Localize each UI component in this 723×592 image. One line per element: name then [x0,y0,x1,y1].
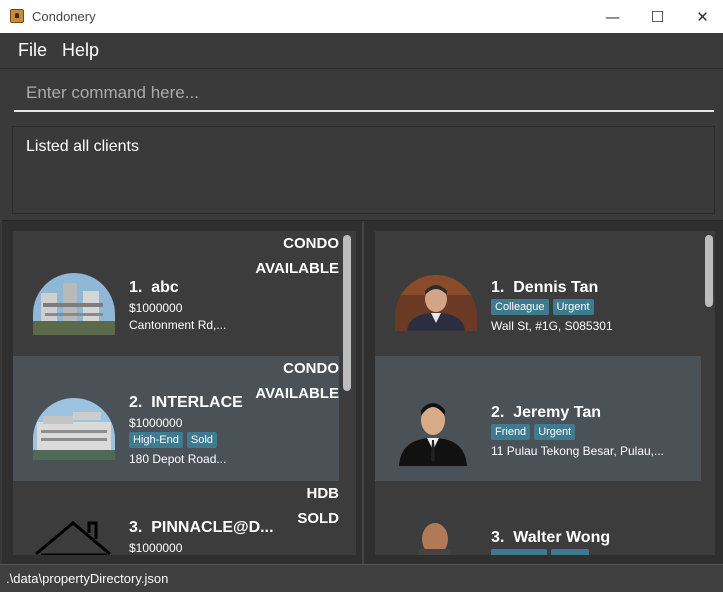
client-tags: Colleague Urgent [491,299,594,315]
command-input[interactable] [14,76,714,110]
result-text: Listed all clients [26,138,139,155]
client-tags: Friend Urgent [491,424,576,440]
property-price: $1000000 [129,541,183,555]
tag-badge: Urgent [534,424,576,440]
tag-badge [491,549,547,555]
client-address: Wall St, #1G, S085301 [491,319,613,333]
panel-divider[interactable] [362,221,364,565]
property-status: SOLD [297,510,339,527]
property-list-scrollbar[interactable] [343,235,351,391]
command-box [14,76,714,112]
property-price: $1000000 [129,416,183,430]
property-card[interactable]: 3. PINNACLE@D... $1000000 HDB SOLD [13,481,339,555]
menu-file[interactable]: File [18,40,47,61]
tag-badge: Sold [186,432,217,448]
property-name: 1. abc [129,279,179,296]
client-card[interactable]: 1. Dennis Tan Colleague Urgent Wall St, … [375,231,701,356]
close-button[interactable]: ✕ [680,4,723,30]
menu-bar: File Help [0,33,723,69]
tag-badge: Urgent [552,299,594,315]
property-list[interactable]: 1. abc $1000000 Cantonment Rd,... CONDO … [13,231,356,555]
menu-help[interactable]: Help [62,40,99,61]
property-name: 3. PINNACLE@D... [129,519,274,536]
property-photo-image [33,398,115,460]
window-title: Condonery [32,9,96,24]
client-avatar-image [395,275,477,331]
property-address: 180 Depot Road... [129,452,227,466]
client-name: 1. Dennis Tan [491,279,599,296]
client-name: 2. Jeremy Tan [491,404,601,421]
client-card[interactable]: 3. Walter Wong [375,481,701,555]
property-address: Cantonment Rd,... [129,318,227,332]
client-name: 3. Walter Wong [491,529,611,546]
house-icon [35,521,111,555]
tag-badge: Colleague [491,299,549,315]
title-bar: Condonery — ☐ ✕ [0,0,723,33]
file-path-label: .\data\propertyDirectory.json [6,571,169,586]
app-icon [10,9,24,23]
client-avatar-image [419,523,451,555]
tag-badge: Friend [491,424,531,440]
property-type: CONDO [283,235,339,252]
client-list-scrollbar[interactable] [705,235,713,307]
client-address: 11 Pulau Tekong Besar, Pulau,... [491,444,665,458]
list-area: 1. abc $1000000 Cantonment Rd,... CONDO … [2,220,723,565]
property-status: AVAILABLE [255,260,339,277]
maximize-button[interactable]: ☐ [635,4,680,30]
client-card[interactable]: 2. Jeremy Tan Friend Urgent 11 Pulau Tek… [375,356,701,481]
client-avatar-image [399,403,467,466]
client-list[interactable]: 1. Dennis Tan Colleague Urgent Wall St, … [375,231,715,555]
property-price: $1000000 [129,301,183,315]
status-bar: .\data\propertyDirectory.json [0,564,723,592]
tag-badge [551,549,589,555]
property-status: AVAILABLE [255,385,339,402]
client-tags [491,549,589,555]
result-display: Listed all clients [12,126,715,214]
minimize-button[interactable]: — [590,4,635,30]
tag-badge: High-End [129,432,183,448]
property-tags: High-End Sold [129,432,217,448]
property-type: HDB [306,485,340,502]
property-card[interactable]: 1. abc $1000000 Cantonment Rd,... CONDO … [13,231,339,356]
property-photo-image [33,273,115,335]
property-card[interactable]: 2. INTERLACE $1000000 High-End Sold 180 … [13,356,339,481]
property-name: 2. INTERLACE [129,394,243,411]
property-type: CONDO [283,360,339,377]
